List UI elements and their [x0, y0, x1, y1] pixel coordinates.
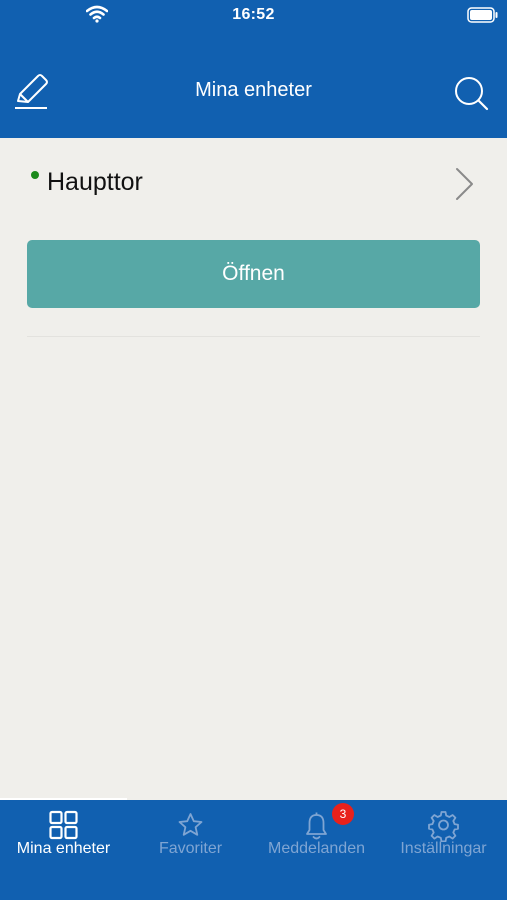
- device-name[interactable]: Haupttor: [47, 168, 143, 197]
- tab-installningar[interactable]: Inställningar: [380, 800, 507, 900]
- chevron-right-icon[interactable]: [452, 166, 476, 202]
- status-time: 16:52: [232, 6, 275, 23]
- navigation-bar: Mina enheter: [0, 30, 507, 138]
- tab-meddelanden[interactable]: Meddelanden: [253, 800, 380, 900]
- page-title: Mina enheter: [195, 79, 312, 101]
- tab-label: Mina enheter: [16, 840, 111, 857]
- online-status-dot: [31, 171, 39, 179]
- grid-icon: [49, 810, 78, 840]
- status-bar: 16:52: [0, 0, 507, 30]
- divider: [27, 336, 480, 337]
- tab-label: Favoriter: [158, 840, 223, 857]
- tab-bar: Mina enheter Favoriter Meddelanden Instä…: [0, 798, 507, 900]
- battery-icon: [467, 7, 498, 23]
- device-card: Haupttor Öffnen: [0, 138, 507, 338]
- search-icon[interactable]: [452, 74, 490, 112]
- open-button[interactable]: Öffnen: [27, 240, 480, 308]
- tab-mina-enheter[interactable]: Mina enheter: [0, 800, 127, 900]
- tab-label: Inställningar: [400, 840, 487, 857]
- star-icon: [178, 813, 203, 836]
- tab-label: Meddelanden: [268, 840, 365, 857]
- notification-badge: 3: [332, 803, 354, 825]
- gear-icon: [428, 811, 459, 842]
- tab-favoriter[interactable]: Favoriter: [127, 800, 254, 900]
- bell-icon: [306, 812, 327, 840]
